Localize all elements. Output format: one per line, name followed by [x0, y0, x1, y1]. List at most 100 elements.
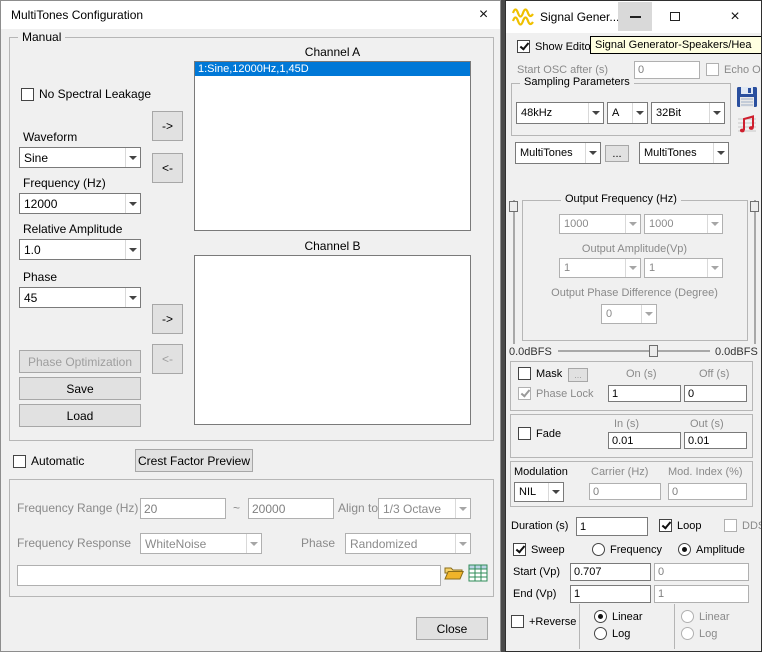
freq-b-combobox[interactable]: 1000: [644, 214, 723, 234]
checkbox-label: Loop: [677, 520, 701, 532]
range-from-input[interactable]: [140, 498, 226, 519]
open-file-button[interactable]: [443, 564, 465, 586]
notation-button[interactable]: [734, 114, 760, 140]
mask-off-input[interactable]: [684, 385, 747, 402]
align-to-combobox[interactable]: 1/3 Octave: [378, 498, 471, 519]
file-path-input[interactable]: [17, 565, 441, 586]
log-radio[interactable]: Log: [594, 627, 630, 640]
channel-combobox[interactable]: A: [607, 102, 648, 124]
mod-index-label: Mod. Index (%): [668, 466, 743, 478]
modulation-type-combobox[interactable]: NIL: [514, 482, 564, 502]
wave-options-button[interactable]: ...: [605, 145, 629, 162]
amplitude-radio[interactable]: Amplitude: [678, 543, 745, 556]
mask-on-input[interactable]: [608, 385, 681, 402]
fade-checkbox[interactable]: Fade: [518, 427, 561, 440]
phase-difference-combobox[interactable]: 0: [601, 304, 657, 324]
channel-a-item[interactable]: 1:Sine,12000Hz,1,45D: [195, 62, 470, 76]
radio-dot: [592, 543, 605, 556]
save-settings-button[interactable]: [733, 86, 761, 112]
chevron-down-icon: [125, 288, 140, 307]
wave-type-b-combobox[interactable]: MultiTones: [639, 142, 729, 164]
mask-checkbox[interactable]: Mask: [518, 367, 562, 380]
phase-mode-combobox[interactable]: Randomized: [345, 533, 471, 554]
spectrum-grid-button[interactable]: [465, 562, 491, 588]
echo-only-checkbox[interactable]: Echo Only: [706, 63, 762, 76]
balance-slider[interactable]: [556, 344, 712, 358]
linear-b-radio[interactable]: Linear: [681, 610, 730, 623]
checkbox-label: +Reverse: [529, 616, 576, 628]
freq-a-combobox[interactable]: 1000: [559, 214, 641, 234]
maximize-button[interactable]: [658, 2, 692, 31]
start-osc-input[interactable]: [634, 61, 700, 79]
channel-b-listbox[interactable]: [194, 255, 471, 425]
add-to-channel-a-button[interactable]: ->: [152, 111, 183, 141]
sweep-checkbox[interactable]: Sweep: [513, 543, 565, 556]
minimize-button[interactable]: [618, 2, 652, 31]
titlebar-close-button[interactable]: ×: [467, 1, 500, 29]
frequency-radio[interactable]: Frequency: [592, 543, 662, 556]
close-button[interactable]: ×: [712, 2, 758, 31]
folder-open-icon: [444, 565, 464, 586]
checkbox-label: Fade: [536, 428, 561, 440]
checkbox-label: No Spectral Leakage: [39, 87, 151, 101]
titlebar[interactable]: MultiTones Configuration ×: [1, 1, 500, 29]
wave-type-a-combobox[interactable]: MultiTones: [515, 142, 601, 164]
slider-thumb[interactable]: [649, 345, 658, 357]
sweep-end-input[interactable]: [570, 585, 651, 603]
reverse-checkbox[interactable]: +Reverse: [511, 615, 576, 628]
fade-in-label: In (s): [614, 418, 639, 430]
amp-b-combobox[interactable]: 1: [644, 258, 723, 278]
frequency-response-combobox[interactable]: WhiteNoise: [140, 533, 262, 554]
relative-amplitude-combobox[interactable]: 1.0: [19, 239, 141, 260]
frequency-combobox[interactable]: 12000: [19, 193, 141, 214]
waveform-combobox[interactable]: Sine: [19, 147, 141, 168]
remove-from-channel-a-button[interactable]: <-: [152, 153, 183, 183]
linear-radio[interactable]: Linear: [594, 610, 643, 623]
chevron-down-icon: [625, 259, 640, 277]
channel-a-listbox[interactable]: 1:Sine,12000Hz,1,45D: [194, 61, 471, 231]
dds-checkbox[interactable]: DDS: [724, 519, 762, 532]
left-level-slider[interactable]: [508, 198, 520, 346]
sweep-end-b-input[interactable]: [654, 585, 749, 603]
right-level-slider[interactable]: [749, 198, 761, 346]
crest-factor-preview-button[interactable]: Crest Factor Preview: [135, 449, 253, 472]
loop-checkbox[interactable]: Loop: [659, 519, 701, 532]
slider-thumb[interactable]: [750, 201, 759, 212]
load-button[interactable]: Load: [19, 404, 141, 427]
automatic-checkbox[interactable]: Automatic: [13, 454, 84, 468]
sweep-start-input[interactable]: [570, 563, 651, 581]
dialog-close-button[interactable]: Close: [416, 617, 488, 640]
divider: [674, 604, 675, 649]
titlebar[interactable]: Signal Gener... ×: [506, 1, 761, 33]
fade-out-input[interactable]: [684, 432, 747, 449]
remove-from-channel-b-button[interactable]: <-: [152, 344, 183, 374]
show-editor-checkbox[interactable]: Show Edito: [517, 40, 591, 53]
carrier-input[interactable]: [589, 483, 661, 500]
log-b-radio[interactable]: Log: [681, 627, 717, 640]
save-button[interactable]: Save: [19, 377, 141, 400]
checkbox-label: DDS: [742, 520, 762, 532]
mask-options-button[interactable]: ...: [568, 368, 588, 382]
fade-in-input[interactable]: [608, 432, 681, 449]
phase-difference-label: Output Phase Difference (Degree): [522, 287, 747, 299]
mod-index-input[interactable]: [668, 483, 747, 500]
checkbox-label: Sweep: [531, 544, 565, 556]
phase-combobox[interactable]: 45: [19, 287, 141, 308]
no-spectral-leakage-checkbox[interactable]: No Spectral Leakage: [21, 87, 151, 101]
amp-a-combobox[interactable]: 1: [559, 258, 641, 278]
chevron-down-icon: [632, 103, 647, 123]
phase-optimization-button[interactable]: Phase Optimization: [19, 350, 141, 373]
add-to-channel-b-button[interactable]: ->: [152, 304, 183, 334]
slider-thumb[interactable]: [509, 201, 518, 212]
sample-rate-combobox[interactable]: 48kHz: [516, 102, 604, 124]
duration-input[interactable]: [576, 517, 648, 536]
channel-b-label: Channel B: [194, 239, 471, 253]
range-to-input[interactable]: [248, 498, 334, 519]
sweep-start-b-input[interactable]: [654, 563, 749, 581]
phase-lock-checkbox[interactable]: Phase Lock: [518, 387, 593, 400]
phase-label: Phase: [23, 270, 57, 284]
start-vp-label: Start (Vp): [513, 566, 560, 578]
radio-label: Linear: [699, 611, 730, 623]
carrier-label: Carrier (Hz): [591, 466, 648, 478]
bit-depth-combobox[interactable]: 32Bit: [651, 102, 725, 124]
